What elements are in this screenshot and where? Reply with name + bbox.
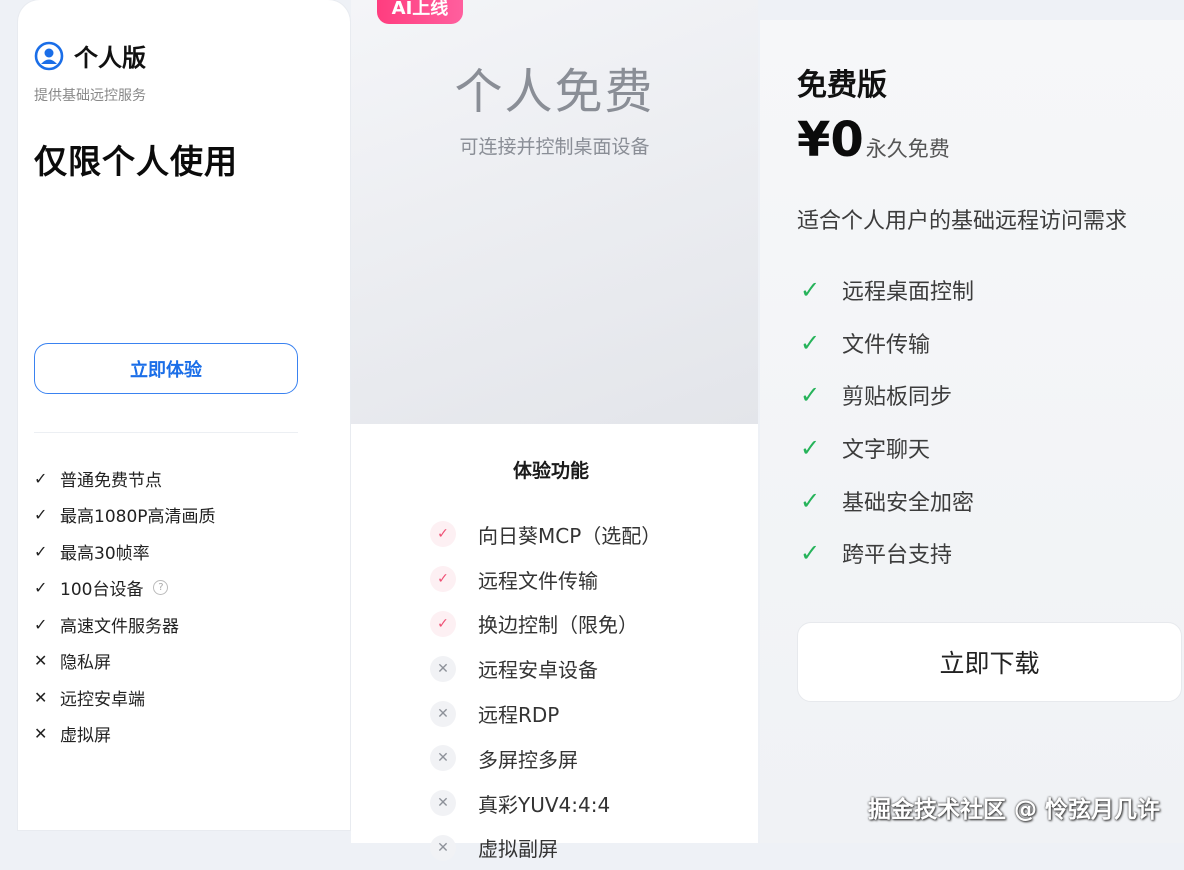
experience-item: ✕ 远程安卓设备 xyxy=(430,646,661,691)
cross-icon: ✕ xyxy=(430,790,456,817)
free-feature-label: 文件传输 xyxy=(842,332,931,358)
feature-label: 虚拟屏 xyxy=(60,726,111,747)
free-feature-list: ✓ 远程桌面控制 ✓ 文件传输 ✓ 剪贴板同步 ✓ 文字聊天 ✓ 基础安全加密 ✓ 跨平台支… xyxy=(800,264,974,580)
cross-icon: ✕ xyxy=(430,745,456,772)
feature-label: 远控安卓端 xyxy=(60,689,145,710)
help-icon[interactable]: ? xyxy=(153,580,169,596)
check-icon: ✓ xyxy=(800,434,821,463)
free-feature-label: 跨平台支持 xyxy=(842,543,953,569)
cross-icon: ✕ xyxy=(34,687,48,707)
experience-label: 远程安卓设备 xyxy=(478,658,598,683)
check-icon: ✓ xyxy=(430,566,456,593)
price: ¥0 xyxy=(797,112,864,168)
experience-label: 多屏控多屏 xyxy=(478,747,578,772)
free-feature-item: ✓ 跨平台支持 xyxy=(800,527,974,580)
try-now-button[interactable]: 立即体验 xyxy=(34,343,298,394)
free-feature-item: ✓ 剪贴板同步 xyxy=(800,369,974,422)
user-avatar-icon xyxy=(34,41,64,70)
experience-item: ✓ 向日葵MCP（选配） xyxy=(430,512,661,557)
price-row: ¥0 永久免费 xyxy=(797,112,950,168)
free-feature-label: 远程桌面控制 xyxy=(842,280,975,306)
experience-item: ✕ 多屏控多屏 xyxy=(430,736,661,781)
feature-item: ✓ 100台设备? xyxy=(34,570,216,607)
check-icon: ✓ xyxy=(34,468,48,488)
experience-item: ✓ 换边控制（限免） xyxy=(430,602,661,647)
feature-label: 最高1080P高清画质 xyxy=(60,507,216,528)
feature-label: 高速文件服务器 xyxy=(60,616,179,637)
cross-icon: ✕ xyxy=(34,724,48,744)
feature-item: ✓ 最高1080P高清画质 xyxy=(34,497,216,534)
free-feature-label: 剪贴板同步 xyxy=(842,385,953,411)
experience-feature-list: ✓ 向日葵MCP（选配） ✓ 远程文件传输 ✓ 换边控制（限免） ✕ 远程安卓设备 ✕ 远… xyxy=(430,512,661,870)
experience-label: 远程RDP xyxy=(478,703,560,728)
check-icon: ✓ xyxy=(800,328,821,357)
feature-label: 最高30帧率 xyxy=(60,543,150,564)
check-icon: ✓ xyxy=(430,610,456,637)
free-version-title: 免费版 xyxy=(797,68,887,103)
check-icon: ✓ xyxy=(800,486,821,515)
cross-icon: ✕ xyxy=(430,834,456,861)
watermark: 掘金技术社区 @ 怜弦月几许 xyxy=(867,797,1160,823)
free-feature-item: ✓ 文件传输 xyxy=(800,317,974,370)
free-feature-label: 基础安全加密 xyxy=(842,490,975,516)
free-feature-label: 文字聊天 xyxy=(842,438,931,464)
cross-icon: ✕ xyxy=(430,655,456,682)
feature-item: ✓ 高速文件服务器 xyxy=(34,606,216,643)
plan-headline: 仅限个人使用 xyxy=(34,142,238,181)
plan-header: 个人版 xyxy=(34,38,146,73)
free-feature-item: ✓ 文字聊天 xyxy=(800,422,974,475)
cross-icon: ✕ xyxy=(430,700,456,727)
plan-subtitle: 提供基础远控服务 xyxy=(34,88,146,104)
feature-label: 普通免费节点 xyxy=(60,470,162,491)
experience-item: ✕ 远程RDP xyxy=(430,691,661,736)
check-icon: ✓ xyxy=(34,505,48,525)
free-feature-item: ✓ 基础安全加密 xyxy=(800,474,974,527)
personal-feature-list: ✓ 普通免费节点 ✓ 最高1080P高清画质 ✓ 最高30帧率 ✓ 100台设备? ✓ 高… xyxy=(34,460,216,752)
feature-label: 100台设备 xyxy=(60,580,144,601)
experience-item: ✓ 远程文件传输 xyxy=(430,557,661,602)
free-feature-item: ✓ 远程桌面控制 xyxy=(800,264,974,317)
experience-item: ✕ 虚拟副屏 xyxy=(430,826,661,870)
feature-item: ✓ 最高30帧率 xyxy=(34,533,216,570)
hero-title: 个人免费 xyxy=(454,64,655,120)
price-note: 永久免费 xyxy=(865,137,950,161)
experience-title: 体验功能 xyxy=(512,460,589,482)
cross-icon: ✕ xyxy=(34,651,48,671)
feature-item: ✕ 隐私屏 xyxy=(34,643,216,680)
experience-label: 真彩YUV4:4:4 xyxy=(478,792,611,817)
experience-label: 换边控制（限免） xyxy=(478,613,638,638)
download-now-button[interactable]: 立即下载 xyxy=(797,622,1182,702)
experience-label: 虚拟副屏 xyxy=(478,837,558,862)
feature-item: ✕ 虚拟屏 xyxy=(34,716,216,753)
ai-badge: AI上线 xyxy=(377,0,463,24)
check-icon: ✓ xyxy=(800,381,821,410)
experience-label: 远程文件传输 xyxy=(478,568,598,593)
check-icon: ✓ xyxy=(34,614,48,634)
experience-item: ✕ 真彩YUV4:4:4 xyxy=(430,781,661,826)
divider xyxy=(34,432,298,433)
check-icon: ✓ xyxy=(800,276,821,305)
check-icon: ✓ xyxy=(34,541,48,561)
feature-label: 隐私屏 xyxy=(60,653,111,674)
plan-name: 个人版 xyxy=(74,44,146,72)
free-version-description: 适合个人用户的基础远程访问需求 xyxy=(797,209,1128,234)
experience-label: 向日葵MCP（选配） xyxy=(478,523,662,548)
check-icon: ✓ xyxy=(800,539,821,568)
check-icon: ✓ xyxy=(34,578,48,598)
check-icon: ✓ xyxy=(430,521,456,548)
feature-item: ✕ 远控安卓端 xyxy=(34,679,216,716)
feature-item: ✓ 普通免费节点 xyxy=(34,460,216,497)
hero-subtitle: 可连接并控制桌面设备 xyxy=(459,136,650,158)
